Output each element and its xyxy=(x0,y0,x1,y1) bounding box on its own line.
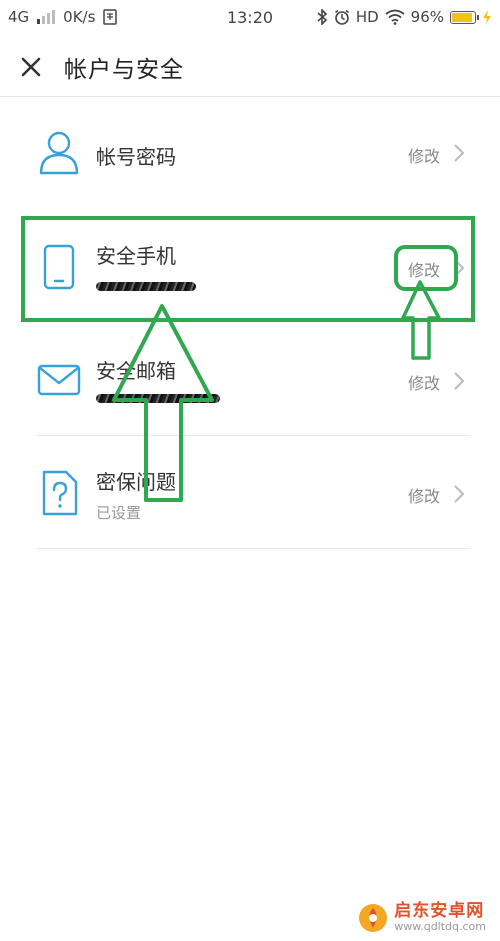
charging-icon xyxy=(483,10,491,24)
item-subtitle: 已设置 xyxy=(96,504,142,522)
modify-button[interactable]: 修改 xyxy=(408,143,440,167)
question-icon xyxy=(42,470,78,516)
wifi-icon xyxy=(385,9,405,25)
mail-icon xyxy=(37,364,81,396)
signal-icon xyxy=(37,10,56,24)
bluetooth-icon xyxy=(317,9,327,25)
app-header: 帐户与安全 xyxy=(0,36,500,97)
list-item-security-phone[interactable]: 安全手机 修改 xyxy=(0,210,500,323)
watermark: 启东安卓网 www.qdltdq.com xyxy=(358,901,486,934)
network-speed: 0K/s xyxy=(63,8,96,26)
battery-icon xyxy=(450,10,479,24)
redacted-phone-number xyxy=(96,282,196,291)
item-title: 安全手机 xyxy=(96,244,176,268)
battery-percent: 96% xyxy=(410,8,444,26)
list-item-security-email[interactable]: 安全邮箱 修改 xyxy=(0,323,500,436)
modify-button[interactable]: 修改 xyxy=(408,483,440,507)
chevron-right-icon xyxy=(454,259,465,277)
alarm-icon xyxy=(334,9,349,25)
chevron-right-icon xyxy=(454,372,465,390)
phone-icon xyxy=(43,244,75,290)
user-icon xyxy=(39,131,79,175)
watermark-logo-icon xyxy=(359,904,388,932)
hd-label: HD xyxy=(355,8,379,26)
modify-button[interactable]: 修改 xyxy=(408,370,440,394)
watermark-url: www.qdltdq.com xyxy=(394,920,486,934)
status-bar: 4G 0K/s 13:20 HD 96% xyxy=(0,0,500,36)
modify-button[interactable]: 修改 xyxy=(408,257,440,281)
item-title: 密保问题 xyxy=(96,470,176,494)
close-icon xyxy=(21,57,41,77)
chevron-right-icon xyxy=(454,144,465,162)
item-title: 帐号密码 xyxy=(96,145,176,169)
network-label: 4G xyxy=(8,8,30,26)
chevron-right-icon xyxy=(454,485,465,503)
watermark-name: 启东安卓网 xyxy=(394,901,485,922)
redacted-email xyxy=(96,394,220,403)
divider xyxy=(36,548,470,549)
item-title: 安全邮箱 xyxy=(96,359,176,383)
list-item-security-question[interactable]: 密保问题 已设置 修改 xyxy=(0,436,500,549)
status-right: HD 96% xyxy=(316,8,492,26)
close-button[interactable] xyxy=(14,50,48,84)
list-item-account-password[interactable]: 帐号密码 修改 xyxy=(0,97,500,210)
sim-icon xyxy=(103,9,118,25)
page-title: 帐户与安全 xyxy=(64,57,184,83)
status-left: 4G 0K/s xyxy=(8,8,118,26)
